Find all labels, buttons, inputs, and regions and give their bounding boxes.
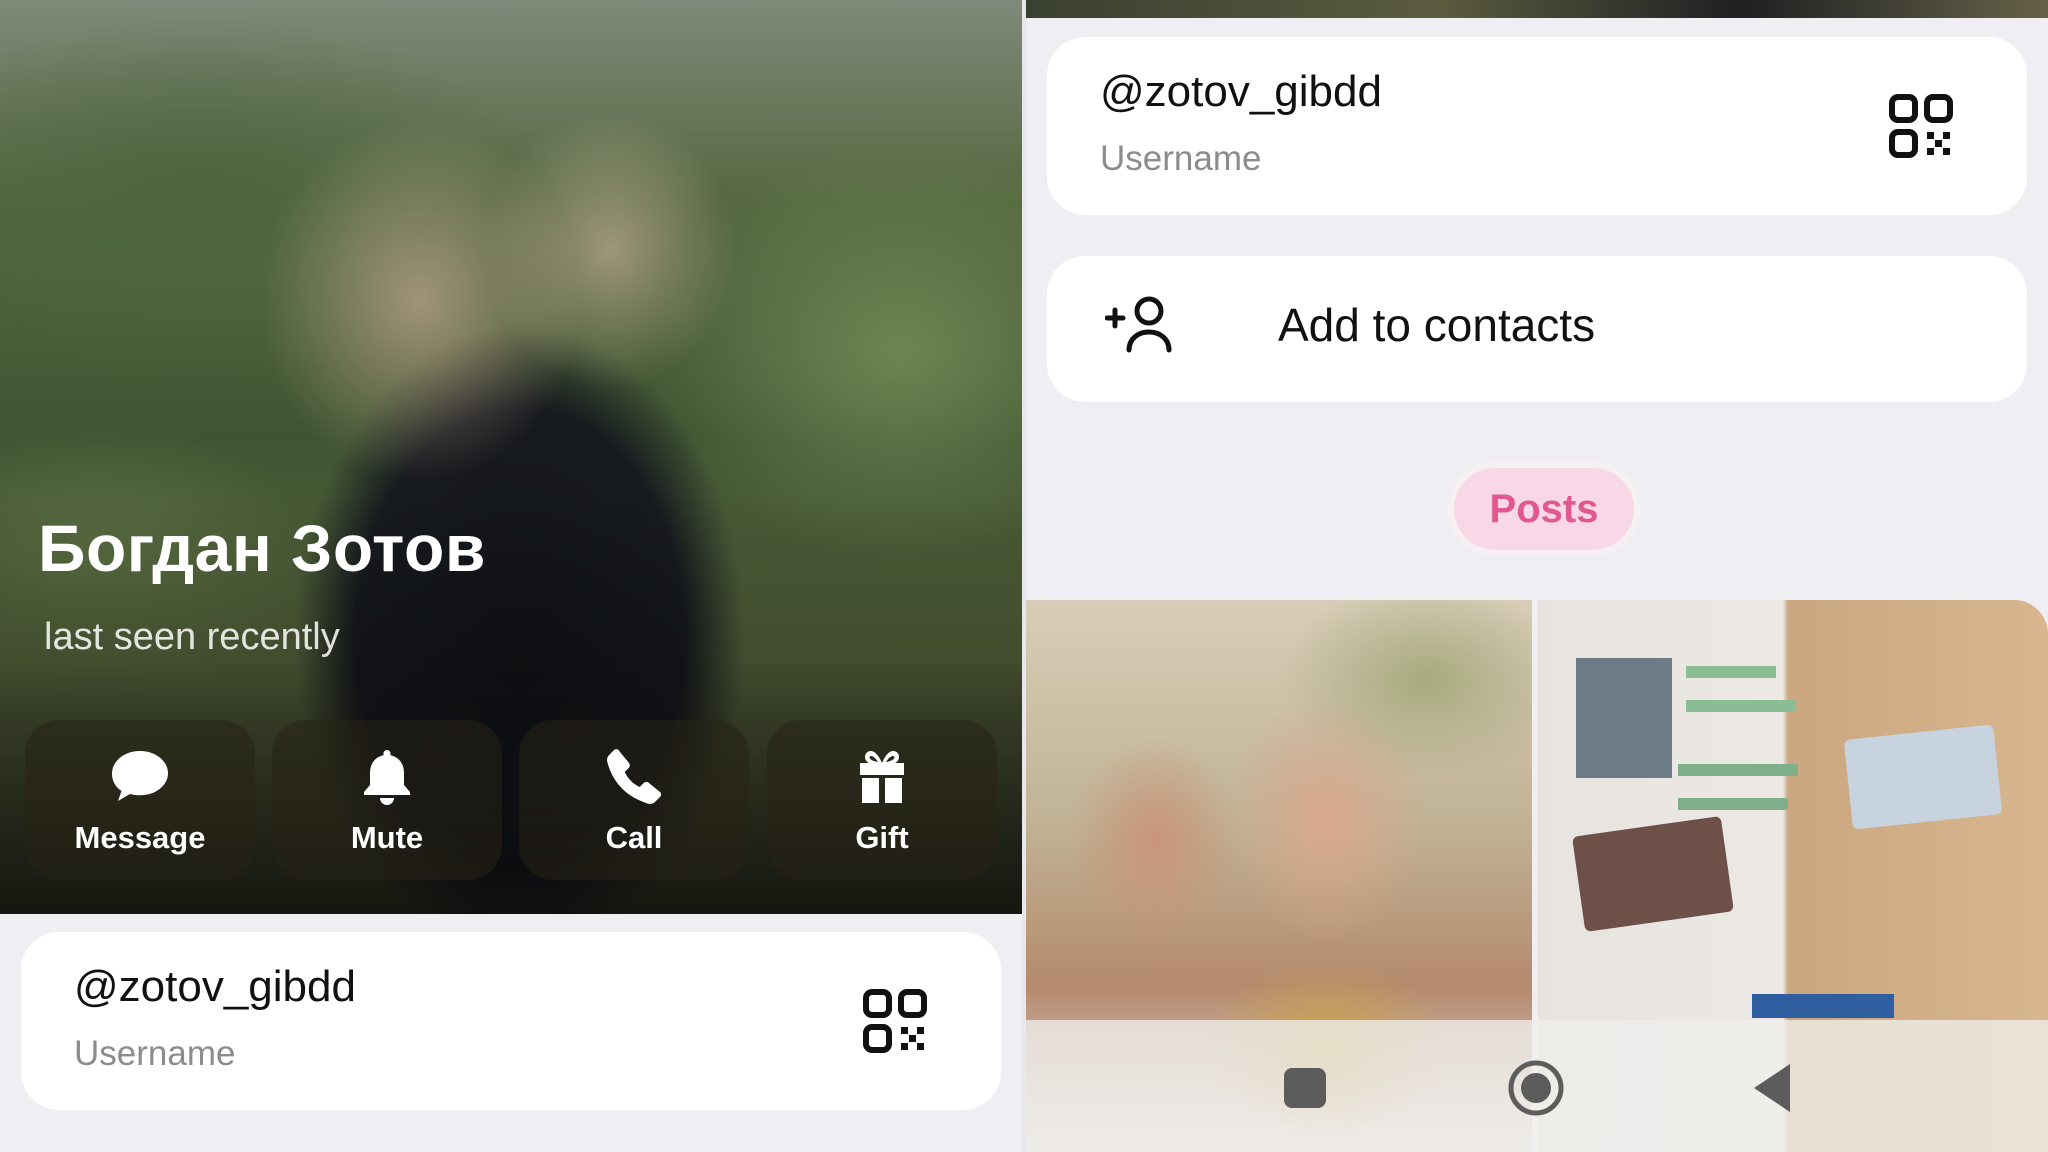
recent-apps-icon[interactable] bbox=[1276, 1058, 1336, 1118]
right-screen: @zotov_gibdd Username Add to contacts Po… bbox=[1026, 0, 2048, 1152]
profile-actions: Message Mute Call Gift bbox=[25, 720, 997, 880]
profile-photo-edge bbox=[1026, 0, 2048, 18]
qr-code-icon[interactable] bbox=[863, 989, 927, 1053]
left-screen: Богдан Зотов last seen recently Message … bbox=[0, 0, 1022, 1152]
document-line bbox=[1686, 666, 1776, 678]
add-person-icon bbox=[1104, 294, 1177, 354]
document-photo bbox=[1576, 658, 1672, 778]
profile-status: last seen recently bbox=[44, 616, 340, 658]
phone-icon bbox=[602, 744, 666, 808]
profile-name: Богдан Зотов bbox=[38, 511, 486, 585]
home-icon[interactable] bbox=[1506, 1058, 1566, 1118]
username-caption: Username bbox=[74, 1034, 236, 1073]
call-label: Call bbox=[605, 820, 663, 855]
username-value: @zotov_gibdd bbox=[1100, 67, 1382, 116]
tab-posts[interactable]: Posts bbox=[1448, 462, 1640, 556]
gift-button[interactable]: Gift bbox=[767, 720, 997, 880]
document-card bbox=[1572, 816, 1734, 932]
gift-icon bbox=[850, 744, 914, 808]
document-line bbox=[1678, 798, 1788, 810]
gift-label: Gift bbox=[855, 820, 909, 855]
bell-icon bbox=[355, 744, 419, 808]
document-button bbox=[1752, 994, 1894, 1018]
username-card[interactable]: @zotov_gibdd Username bbox=[21, 932, 1001, 1110]
mute-label: Mute bbox=[350, 820, 424, 855]
message-button[interactable]: Message bbox=[25, 720, 255, 880]
username-caption: Username bbox=[1100, 139, 1262, 178]
username-card[interactable]: @zotov_gibdd Username bbox=[1047, 37, 2027, 215]
add-to-contacts-label: Add to contacts bbox=[1278, 299, 1596, 351]
system-nav-bar bbox=[1026, 1020, 2048, 1152]
message-icon bbox=[108, 744, 172, 808]
document-line bbox=[1678, 764, 1798, 776]
message-label: Message bbox=[74, 820, 206, 855]
document-line bbox=[1686, 700, 1796, 712]
call-button[interactable]: Call bbox=[519, 720, 749, 880]
back-icon[interactable] bbox=[1744, 1058, 1804, 1118]
id-card bbox=[1843, 724, 2003, 830]
username-value: @zotov_gibdd bbox=[74, 962, 356, 1011]
qr-code-icon[interactable] bbox=[1889, 94, 1953, 158]
mute-button[interactable]: Mute bbox=[272, 720, 502, 880]
add-to-contacts-button[interactable]: Add to contacts bbox=[1047, 256, 2027, 402]
